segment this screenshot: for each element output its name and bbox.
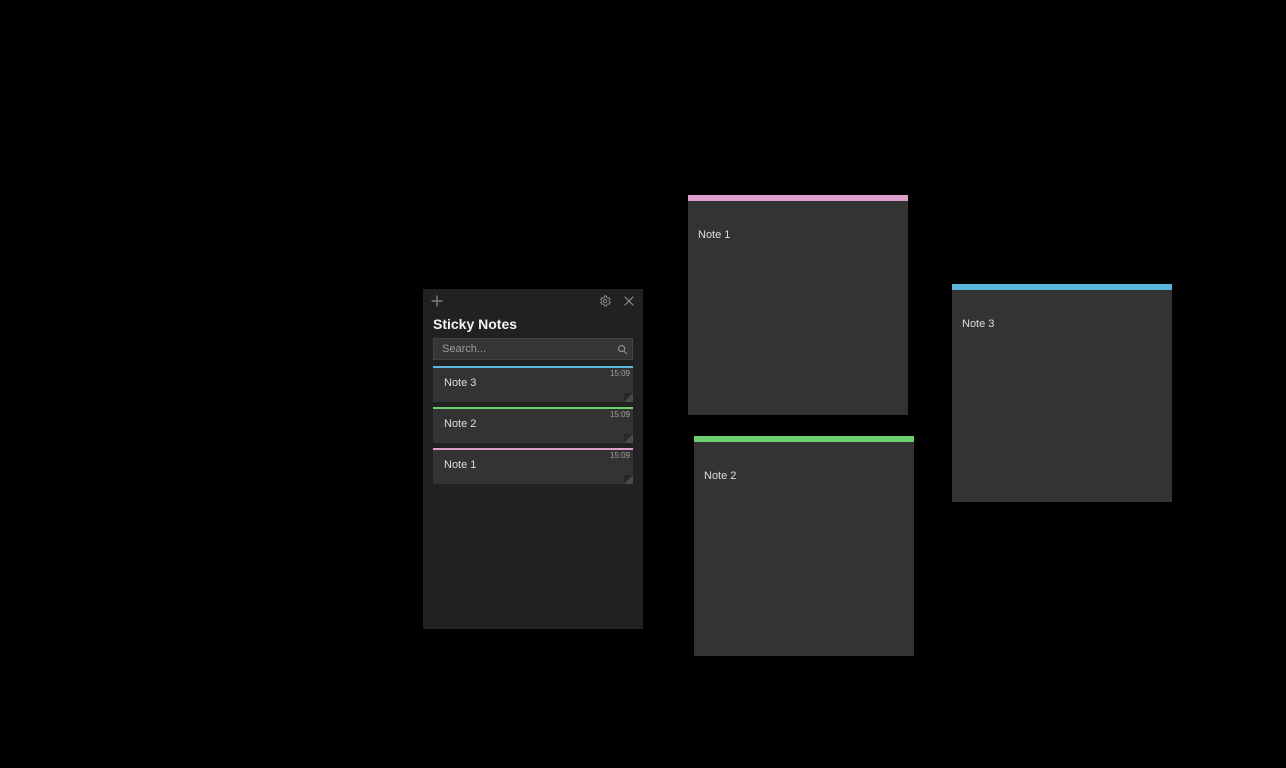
note-window-note3[interactable]: Note 3: [952, 284, 1172, 502]
close-button[interactable]: [617, 289, 641, 313]
search-container: [423, 338, 643, 366]
list-item-time: 15:09: [610, 451, 630, 460]
list-item-title: Note 2: [444, 418, 476, 430]
note-window-note2[interactable]: Note 2: [694, 436, 914, 656]
dogear-icon: [624, 475, 633, 484]
close-icon: [623, 295, 635, 307]
main-titlebar[interactable]: [423, 289, 643, 313]
list-item-title: Note 3: [444, 377, 476, 389]
notes-list: Note 3 15:09 Note 2 15:09 Note 1 15:09: [423, 366, 643, 484]
dogear-icon: [624, 434, 633, 443]
list-item-note3[interactable]: Note 3 15:09: [433, 366, 633, 402]
dogear-icon: [624, 393, 633, 402]
list-item-title: Note 1: [444, 459, 476, 471]
sticky-notes-main-window: Sticky Notes Note 3 15:09 Note 2 15:09 N…: [423, 289, 643, 629]
note-titlebar[interactable]: [694, 442, 914, 464]
note-window-note1[interactable]: Note 1: [688, 195, 908, 415]
list-item-note1[interactable]: Note 1 15:09: [433, 448, 633, 484]
app-title: Sticky Notes: [423, 313, 643, 338]
note-body[interactable]: Note 2: [694, 464, 914, 488]
plus-icon: [431, 295, 443, 307]
settings-button[interactable]: [593, 289, 617, 313]
new-note-button[interactable]: [425, 289, 449, 313]
gear-icon: [599, 295, 611, 307]
search-field[interactable]: [433, 338, 633, 360]
search-icon: [612, 344, 632, 355]
list-item-time: 15:09: [610, 410, 630, 419]
note-body[interactable]: Note 3: [952, 312, 1172, 336]
note-titlebar[interactable]: [688, 201, 908, 223]
list-item-time: 15:09: [610, 369, 630, 378]
search-input[interactable]: [434, 343, 612, 355]
note-body[interactable]: Note 1: [688, 223, 908, 247]
list-item-note2[interactable]: Note 2 15:09: [433, 407, 633, 443]
note-titlebar[interactable]: [952, 290, 1172, 312]
